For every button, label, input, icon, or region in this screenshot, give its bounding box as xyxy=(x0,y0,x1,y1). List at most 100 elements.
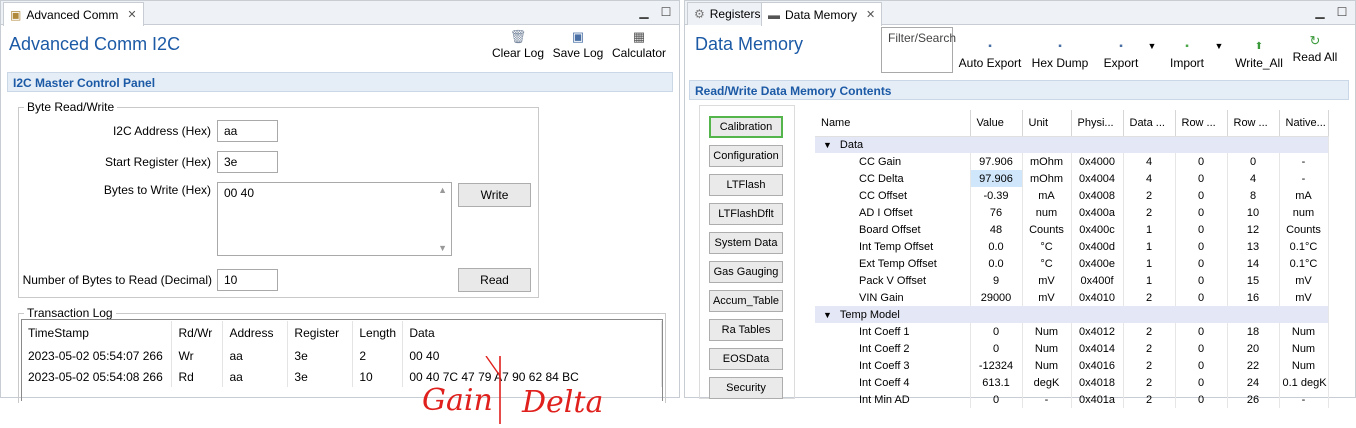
timestamp-cell: 2023-05-02 05:54:08 266 xyxy=(22,366,173,387)
row-cell: 0 xyxy=(1175,238,1228,255)
table-row[interactable]: CC Offset -0.39 mA 0x4008 2 0 8 mA xyxy=(815,187,1329,204)
column-header[interactable]: Data xyxy=(402,321,662,345)
table-row[interactable]: CC Delta 97.906 mOhm 0x4004 4 0 4- xyxy=(815,170,1329,187)
close-icon[interactable]: ✕ xyxy=(127,8,136,21)
data-size-cell: 2 xyxy=(1123,391,1176,408)
tab-registers[interactable]: ⚙ Registers xyxy=(687,2,768,25)
value-cell[interactable]: 613.1 xyxy=(970,374,1023,391)
value-cell[interactable]: -0.39 xyxy=(970,187,1023,204)
native-unit-cell: Counts xyxy=(1279,221,1329,238)
scroll-down-icon[interactable]: ▼ xyxy=(438,243,447,253)
table-row[interactable]: VIN Gain 29000 mV 0x4010 2 0 16 mV xyxy=(815,289,1329,306)
maximize-icon[interactable]: ☐ xyxy=(659,5,673,19)
write-button[interactable]: Write xyxy=(458,183,531,207)
table-row[interactable]: Int Min AD 0-0x401a 2 0 26- xyxy=(815,391,1329,408)
value-cell[interactable]: 0 xyxy=(970,340,1023,357)
table-row[interactable]: CC Gain 97.906 mOhm 0x4000 4 0 0- xyxy=(815,153,1329,170)
value-cell[interactable]: 0.0 xyxy=(970,238,1023,255)
table-row[interactable]: Int Coeff 1 0 Num 0x4012 2 0 18 Num xyxy=(815,323,1329,340)
value-cell[interactable]: 97.906 xyxy=(970,153,1023,170)
read-all-button[interactable]: ↻ Read All xyxy=(1290,33,1340,64)
category-calibration[interactable]: Calibration xyxy=(709,116,783,138)
table-row[interactable]: Int Temp Offset 0.0 °C 0x400d 1 0 13 0.1°C xyxy=(815,238,1329,255)
physical-cell: 0x400e xyxy=(1071,255,1124,272)
maximize-icon[interactable]: ☐ xyxy=(1335,5,1349,19)
row-cell: 0 xyxy=(1175,374,1228,391)
table-row[interactable]: Pack V Offset 9 mV 0x400f 1 0 15 mV xyxy=(815,272,1329,289)
category-accum-table[interactable]: Accum_Table xyxy=(709,290,783,312)
value-cell[interactable]: 0.0 xyxy=(970,255,1023,272)
column-header[interactable]: Row ... xyxy=(1175,110,1228,137)
filter-search-input[interactable]: Filter/Search xyxy=(881,27,956,73)
annotation-arrow-line xyxy=(485,356,501,377)
physical-cell: 0x400a xyxy=(1071,204,1124,221)
value-cell[interactable]: -12324 xyxy=(970,357,1023,374)
row-cell: 0 xyxy=(1175,357,1228,374)
clear-log-button[interactable]: 🗑 Clear Log xyxy=(492,29,544,60)
column-header[interactable]: Name xyxy=(815,110,971,137)
column-header[interactable]: Data ... xyxy=(1123,110,1176,137)
value-cell[interactable]: 0 xyxy=(970,391,1023,408)
value-cell[interactable]: 29000 xyxy=(970,289,1023,306)
group-row-temp-model[interactable]: ▼ Temp Model xyxy=(815,306,1329,323)
column-header[interactable]: Unit xyxy=(1022,110,1072,137)
column-header[interactable]: Length xyxy=(352,321,404,345)
value-cell[interactable]: 0 xyxy=(970,323,1023,340)
chevron-down-icon[interactable]: ▼ xyxy=(823,310,832,320)
close-icon[interactable]: ✕ xyxy=(866,8,875,21)
tab-data-memory[interactable]: ▬ Data Memory ✕ xyxy=(761,2,883,26)
table-row[interactable]: Int Coeff 2 0 Num 0x4014 2 0 20 Num xyxy=(815,340,1329,357)
category-ra-tables[interactable]: Ra Tables xyxy=(709,319,783,341)
name-cell: Int Coeff 2 xyxy=(815,340,971,357)
value-cell-selected[interactable]: 97.906 xyxy=(970,170,1023,187)
category-ltflashdflt[interactable]: LTFlashDflt xyxy=(709,203,783,225)
table-row[interactable]: AD I Offset 76 num 0x400a 2 0 10 num xyxy=(815,204,1329,221)
bytes-to-read-input[interactable]: 10 xyxy=(217,269,278,291)
export-icon: ▪ xyxy=(1119,41,1123,52)
column-header[interactable]: Rd/Wr xyxy=(171,321,224,345)
category-eosdata[interactable]: EOSData xyxy=(709,348,783,370)
column-header[interactable]: Native... xyxy=(1279,110,1329,137)
calculator-button[interactable]: ▦ Calculator xyxy=(610,29,668,60)
value-cell[interactable]: 9 xyxy=(970,272,1023,289)
category-system-data[interactable]: System Data xyxy=(709,232,783,254)
scroll-up-icon[interactable]: ▲ xyxy=(438,185,447,195)
package-icon: ▣ xyxy=(10,7,22,22)
category-configuration[interactable]: Configuration xyxy=(709,145,783,167)
i2c-address-input[interactable]: aa xyxy=(217,120,278,142)
category-gas-gauging[interactable]: Gas Gauging xyxy=(709,261,783,283)
column-header[interactable]: Value xyxy=(970,110,1023,137)
import-dropdown-icon[interactable]: ▼ xyxy=(1214,41,1224,51)
chevron-down-icon[interactable]: ▼ xyxy=(823,140,832,150)
table-row[interactable]: Int Coeff 4 613.1 degK 0x4018 2 0 24 0.1 degK xyxy=(815,374,1329,391)
table-row[interactable]: Int Coeff 3 -12324 Num 0x4016 2 0 22 Num xyxy=(815,357,1329,374)
column-header[interactable]: Address xyxy=(222,321,289,345)
column-header[interactable]: TimeStamp xyxy=(22,321,173,345)
hex-dump-button[interactable]: ▪ Hex Dump xyxy=(1030,39,1090,70)
start-register-input[interactable]: 3e xyxy=(217,151,278,173)
column-header[interactable]: Row ... xyxy=(1227,110,1280,137)
value-cell[interactable]: 48 xyxy=(970,221,1023,238)
column-header[interactable]: Register xyxy=(287,321,354,345)
minimize-icon[interactable]: ▁ xyxy=(637,5,651,19)
group-row-data[interactable]: ▼ Data xyxy=(815,136,1329,153)
import-button[interactable]: ▪ Import xyxy=(1165,39,1209,70)
physical-cell: 0x4016 xyxy=(1071,357,1124,374)
bytes-to-write-textarea[interactable]: 00 40 ▲ ▼ xyxy=(217,182,452,256)
category-security[interactable]: Security xyxy=(709,377,783,399)
table-row[interactable]: Ext Temp Offset 0.0 °C 0x400e 1 0 14 0.1°C xyxy=(815,255,1329,272)
write-all-button[interactable]: ⬆ Write_All xyxy=(1232,39,1286,70)
value-cell[interactable]: 76 xyxy=(970,204,1023,221)
column-header[interactable]: Physi... xyxy=(1071,110,1124,137)
export-dropdown-icon[interactable]: ▼ xyxy=(1147,41,1157,51)
save-log-button[interactable]: ▣ Save Log xyxy=(552,29,604,60)
tab-advanced-comm[interactable]: ▣ Advanced Comm ✕ xyxy=(3,2,144,26)
page-title: Advanced Comm I2C xyxy=(9,34,181,54)
auto-export-button[interactable]: ▪ Auto Export xyxy=(957,39,1023,70)
table-row[interactable]: Board Offset 48 Counts 0x400c 1 0 12 Counts xyxy=(815,221,1329,238)
read-button[interactable]: Read xyxy=(458,268,531,292)
minimize-icon[interactable]: ▁ xyxy=(1313,5,1327,19)
unit-cell: num xyxy=(1022,204,1072,221)
export-button[interactable]: ▪ Export xyxy=(1101,39,1141,70)
category-ltflash[interactable]: LTFlash xyxy=(709,174,783,196)
